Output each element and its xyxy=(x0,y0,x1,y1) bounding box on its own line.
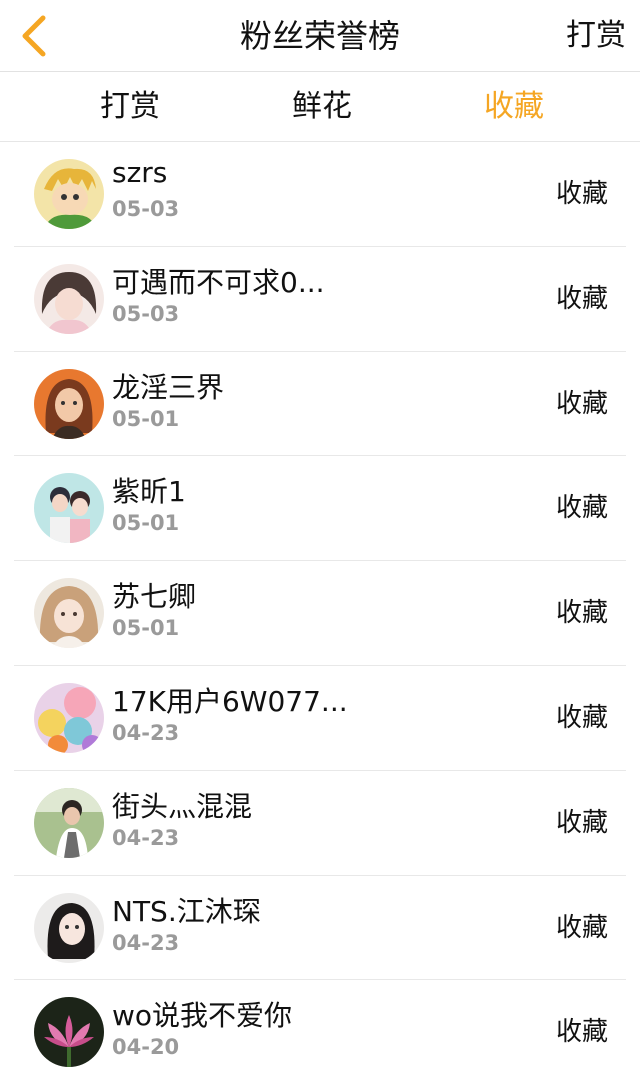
avatar xyxy=(34,892,104,963)
list-item[interactable]: szrs 05-03 收藏 xyxy=(0,142,640,247)
favorite-label: 收藏 xyxy=(555,493,608,524)
list-item[interactable]: 龙淫三界 05-01 收藏 xyxy=(0,352,640,457)
fan-name: 街头灬混混 xyxy=(112,789,253,823)
favorite-label: 收藏 xyxy=(555,283,608,314)
list-item[interactable]: 紫昕1 05-01 收藏 xyxy=(0,456,640,561)
fan-name: wo说我不爱你 xyxy=(112,999,293,1033)
fan-date: 05-01 xyxy=(112,406,180,431)
tab-flowers[interactable]: 鲜花 xyxy=(262,72,382,142)
fan-list: szrs 05-03 收藏 可遇而不可求0... 05-03 收藏 龙淫三界 0… xyxy=(0,142,640,1072)
favorite-label: 收藏 xyxy=(555,807,608,838)
favorite-label: 收藏 xyxy=(555,179,608,209)
fan-name: 苏七卿 xyxy=(112,580,197,614)
avatar xyxy=(34,159,104,229)
avatar xyxy=(34,997,104,1068)
favorite-label: 收藏 xyxy=(555,388,608,419)
avatar xyxy=(34,787,104,858)
list-item[interactable]: NTS.江沐琛 04-23 收藏 xyxy=(0,876,640,981)
navigation-bar: 粉丝荣誉榜 打赏 xyxy=(0,0,640,72)
fan-date: 04-23 xyxy=(112,720,180,745)
fan-name: 紫昕1 xyxy=(112,475,186,509)
fan-date: 04-23 xyxy=(112,825,180,850)
reward-button[interactable]: 打赏 xyxy=(566,0,626,72)
list-item[interactable]: 可遇而不可求0... 05-03 收藏 xyxy=(0,247,640,352)
tab-bar: 打赏 鲜花 收藏 xyxy=(0,72,640,142)
tab-favorites[interactable]: 收藏 xyxy=(454,72,574,142)
fan-name: NTS.江沐琛 xyxy=(112,894,261,928)
avatar xyxy=(34,263,104,334)
fan-date: 05-01 xyxy=(112,511,180,536)
fan-date: 04-20 xyxy=(112,1035,180,1060)
favorite-label: 收藏 xyxy=(555,598,608,629)
list-item[interactable]: wo说我不爱你 04-20 收藏 xyxy=(0,980,640,1072)
avatar xyxy=(34,682,104,753)
fan-date: 04-23 xyxy=(112,930,180,955)
favorite-label: 收藏 xyxy=(555,912,608,943)
list-item[interactable]: 街头灬混混 04-23 收藏 xyxy=(0,771,640,876)
favorite-label: 收藏 xyxy=(555,702,608,733)
list-item[interactable]: 17K用户6W077... 04-23 收藏 xyxy=(0,666,640,771)
fan-date: 05-03 xyxy=(112,197,180,221)
fan-name: 可遇而不可求0... xyxy=(112,265,325,299)
favorite-label: 收藏 xyxy=(555,1017,608,1048)
fan-name: szrs xyxy=(112,156,168,189)
list-item[interactable]: 苏七卿 05-01 收藏 xyxy=(0,561,640,666)
fan-date: 05-03 xyxy=(112,301,180,326)
avatar xyxy=(34,473,104,544)
fan-name: 龙淫三界 xyxy=(112,370,225,404)
avatar xyxy=(34,368,104,439)
tab-reward[interactable]: 打赏 xyxy=(70,72,190,142)
avatar xyxy=(34,578,104,649)
fan-name: 17K用户6W077... xyxy=(112,684,348,718)
fan-date: 05-01 xyxy=(112,616,180,641)
page-title: 粉丝荣誉榜 xyxy=(239,17,400,55)
